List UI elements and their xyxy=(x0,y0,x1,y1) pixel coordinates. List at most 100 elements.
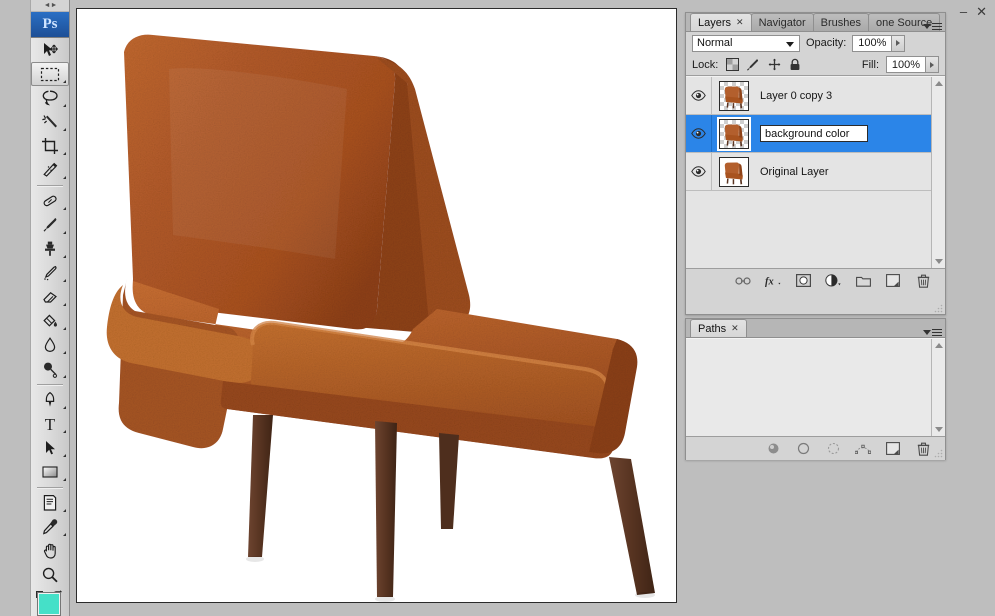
layer-thumbnail[interactable] xyxy=(719,156,749,187)
delete-layer-icon[interactable] xyxy=(915,273,931,289)
close-button[interactable]: ✕ xyxy=(976,5,987,18)
photoshop-logo: Ps xyxy=(31,12,69,38)
adjustment-layer-icon[interactable] xyxy=(825,273,841,289)
layer-style-fx-icon[interactable]: fx xyxy=(765,273,781,289)
hand-tool[interactable] xyxy=(31,539,69,563)
tab-brushes[interactable]: Brushes xyxy=(812,13,870,31)
stroke-path-icon[interactable] xyxy=(795,441,811,457)
slice-tool[interactable] xyxy=(31,158,69,182)
lasso-tool[interactable] xyxy=(31,86,69,110)
fill-input[interactable]: 100% xyxy=(886,56,926,73)
tab-layers[interactable]: Layers ✕ xyxy=(690,13,752,31)
magic-wand-tool[interactable] xyxy=(31,110,69,134)
layer-thumbnail[interactable] xyxy=(719,80,749,111)
paths-list[interactable] xyxy=(686,338,945,436)
tool-submenu-indicator-icon xyxy=(63,351,66,354)
lock-transparent-pixels-icon[interactable] xyxy=(725,58,739,72)
fill-path-icon[interactable] xyxy=(765,441,781,457)
dodge-tool[interactable] xyxy=(31,357,69,381)
paths-scrollbar[interactable] xyxy=(931,339,945,436)
fill-label: Fill: xyxy=(861,58,879,71)
layer-thumbnail-cell[interactable] xyxy=(712,118,756,149)
close-icon[interactable]: ✕ xyxy=(731,323,739,334)
tool-submenu-indicator-icon xyxy=(63,533,66,536)
add-layer-mask-icon[interactable] xyxy=(795,273,811,289)
opacity-input[interactable]: 100% xyxy=(852,34,893,52)
rectangular-marquee-tool[interactable] xyxy=(31,62,69,86)
tab-brushes-label: Brushes xyxy=(820,16,862,29)
layer-thumbnail[interactable] xyxy=(719,118,749,149)
layer-visibility-toggle[interactable] xyxy=(686,115,712,152)
lock-all-icon[interactable] xyxy=(788,58,802,72)
layer-name[interactable]: Original Layer xyxy=(756,166,828,178)
new-layer-icon[interactable] xyxy=(885,273,901,289)
layer-row[interactable]: Layer 0 copy 3 xyxy=(686,77,945,115)
resize-grip[interactable] xyxy=(934,449,943,458)
blur-tool[interactable] xyxy=(31,333,69,357)
layer-name[interactable]: Layer 0 copy 3 xyxy=(756,90,832,102)
eraser-tool[interactable] xyxy=(31,285,69,309)
close-icon[interactable]: ✕ xyxy=(736,17,744,28)
layer-row[interactable]: Original Layer xyxy=(686,153,945,191)
scroll-down-button[interactable] xyxy=(932,255,945,268)
layer-row[interactable]: background color xyxy=(686,115,945,153)
lock-position-icon[interactable] xyxy=(767,58,781,72)
layer-visibility-toggle[interactable] xyxy=(686,77,712,114)
blend-mode-select[interactable]: Normal xyxy=(692,34,800,52)
tool-submenu-indicator-icon xyxy=(63,104,66,107)
load-selection-icon[interactable] xyxy=(825,441,841,457)
fill-slider-button[interactable] xyxy=(926,56,939,73)
foreground-color-swatch[interactable] xyxy=(38,593,60,615)
paths-panel-tabs: Paths ✕ xyxy=(686,319,945,338)
clone-stamp-tool[interactable] xyxy=(31,237,69,261)
new-group-icon[interactable] xyxy=(855,273,871,289)
move-tool[interactable] xyxy=(31,38,69,62)
layer-thumbnail-cell[interactable] xyxy=(712,156,756,187)
scroll-up-button[interactable] xyxy=(932,77,945,90)
resize-grip[interactable] xyxy=(934,304,943,313)
healing-brush-tool[interactable] xyxy=(31,189,69,213)
horizontal-type-tool[interactable]: T xyxy=(31,412,69,436)
layer-visibility-toggle[interactable] xyxy=(686,153,712,190)
tab-paths[interactable]: Paths ✕ xyxy=(690,319,747,337)
rectangle-shape-tool[interactable] xyxy=(31,460,69,484)
brush-tool[interactable] xyxy=(31,213,69,237)
tool-submenu-indicator-icon xyxy=(63,279,66,282)
toolbar-divider xyxy=(37,185,63,186)
notes-tool[interactable] xyxy=(31,491,69,515)
layer-name-input[interactable]: background color xyxy=(760,125,868,142)
path-selection-tool[interactable] xyxy=(31,436,69,460)
menu-lines-icon xyxy=(932,329,942,336)
paths-panel: Paths ✕ xyxy=(685,318,946,460)
pen-tool[interactable] xyxy=(31,388,69,412)
make-work-path-icon[interactable] xyxy=(855,441,871,457)
crop-tool[interactable] xyxy=(31,134,69,158)
layers-panel-footer: fx xyxy=(686,268,945,313)
layers-list[interactable]: Layer 0 copy 3 background color Original… xyxy=(686,76,945,268)
document-canvas[interactable] xyxy=(76,8,677,603)
tool-submenu-indicator-icon xyxy=(63,375,66,378)
tool-submenu-indicator-icon xyxy=(63,509,66,512)
paths-panel-menu-button[interactable] xyxy=(923,329,942,336)
paint-bucket-tool[interactable] xyxy=(31,309,69,333)
scroll-down-button[interactable] xyxy=(932,423,945,436)
layers-scrollbar[interactable] xyxy=(931,77,945,268)
delete-path-icon[interactable] xyxy=(915,441,931,457)
layers-panel-menu-button[interactable] xyxy=(923,23,942,30)
tool-submenu-indicator-icon xyxy=(63,128,66,131)
lock-image-pixels-icon[interactable] xyxy=(746,58,760,72)
link-layers-icon[interactable] xyxy=(735,273,751,289)
layer-thumbnail-cell[interactable] xyxy=(712,80,756,111)
eyedropper-tool[interactable] xyxy=(31,515,69,539)
panel-dock: – ✕ Layers ✕ Navigator Brushes one Sourc… xyxy=(684,0,995,616)
history-brush-tool[interactable] xyxy=(31,261,69,285)
minimize-button[interactable]: – xyxy=(960,5,967,18)
new-path-icon[interactable] xyxy=(885,441,901,457)
tools-palette-grip[interactable]: ◄ ► xyxy=(31,0,69,12)
scroll-up-button[interactable] xyxy=(932,339,945,352)
tool-submenu-indicator-icon xyxy=(63,303,66,306)
opacity-slider-button[interactable] xyxy=(892,34,906,52)
tab-navigator[interactable]: Navigator xyxy=(750,13,814,31)
zoom-tool[interactable] xyxy=(31,563,69,587)
tool-submenu-indicator-icon xyxy=(63,176,66,179)
